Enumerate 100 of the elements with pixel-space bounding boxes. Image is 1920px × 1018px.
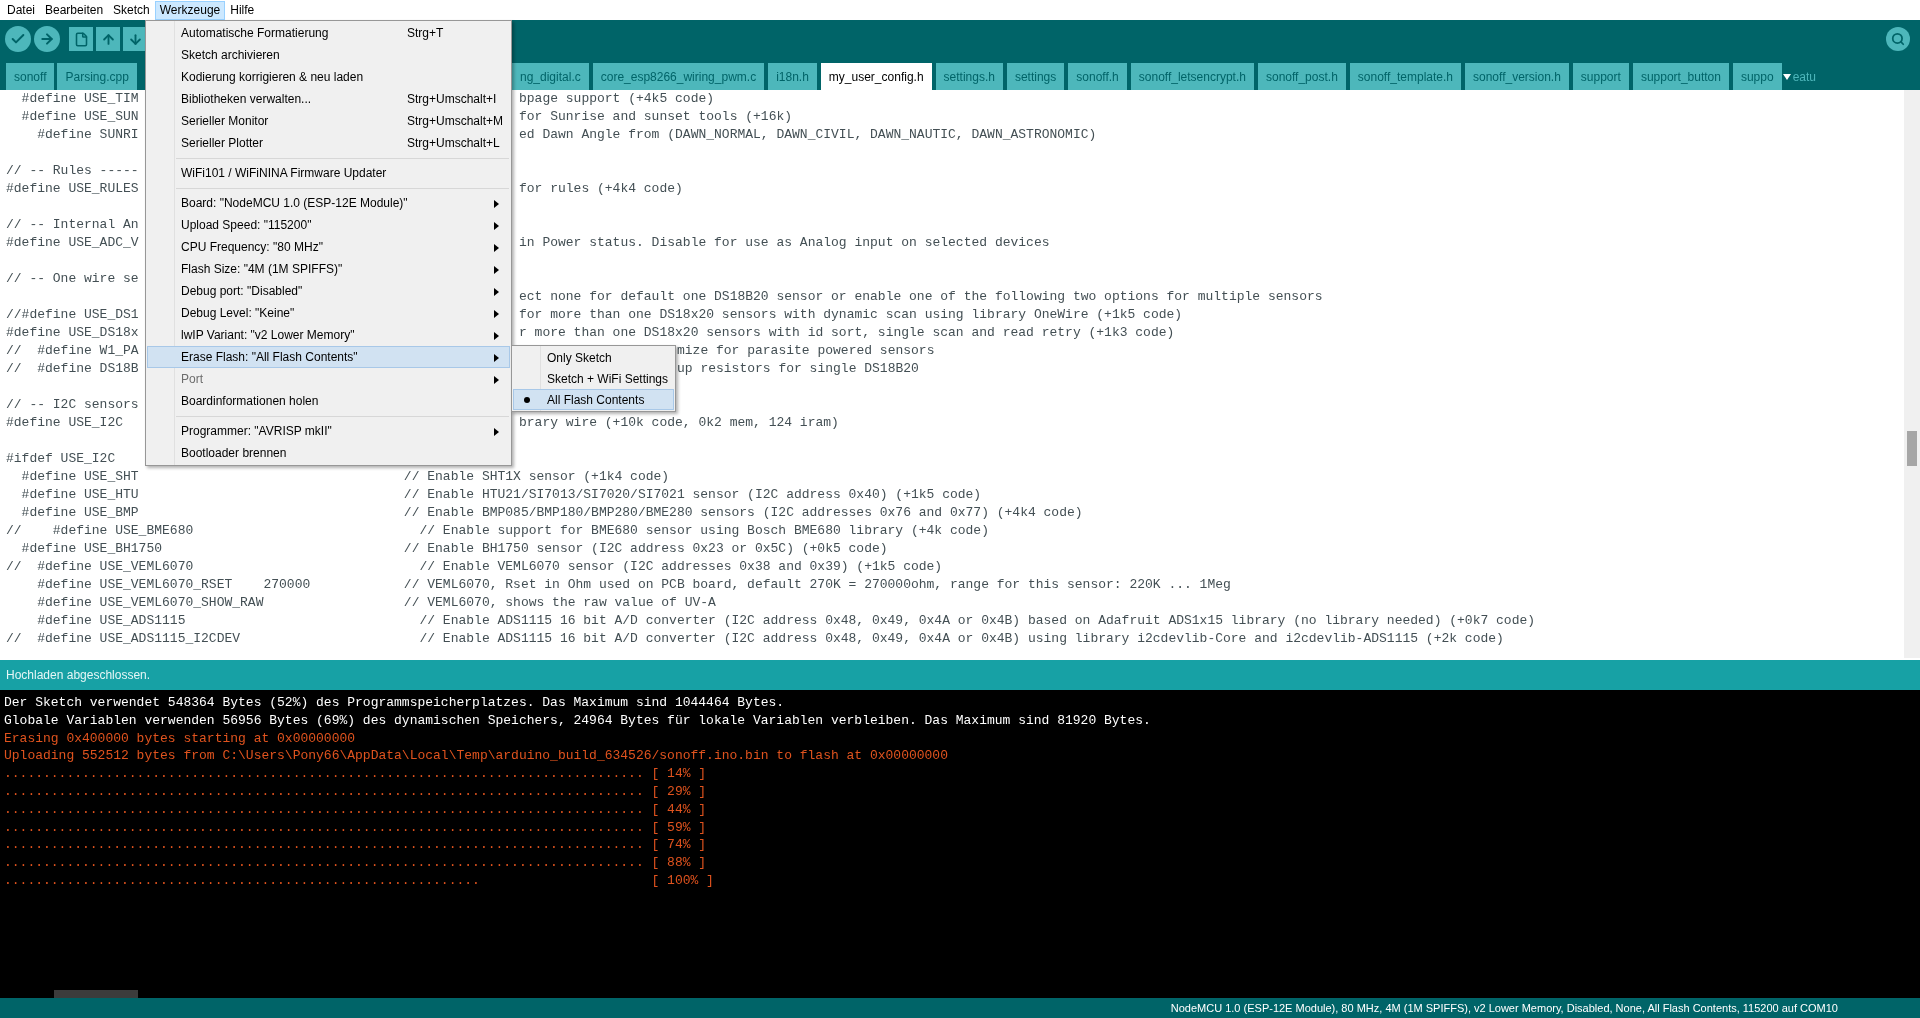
new-file-button[interactable] (69, 27, 93, 51)
scrollbar-thumb[interactable] (54, 990, 138, 998)
radio-menu-item[interactable]: All Flash Contents (513, 389, 674, 410)
shortcut-text: Strg+Umschalt+I (407, 91, 497, 108)
menu-item[interactable]: Serieller Monitor Strg+Umschalt+M (147, 110, 510, 132)
verify-button[interactable] (5, 26, 31, 52)
code-line: // -- Internal An (6, 217, 139, 232)
menu-item[interactable]: Upload Speed: "115200" (147, 214, 510, 236)
console-line: Erasing 0x400000 bytes starting at 0x00000000 (3, 729, 357, 748)
code-line: // #define USE_VEML6070 // Enable VEML6070 sensor (I2C addresses 0x38 and 0x39) (+1k5 code) (6, 559, 943, 574)
menu-item[interactable]: Bootloader brennen (147, 442, 510, 464)
menu-item[interactable]: lwIP Variant: "v2 Lower Memory" (147, 324, 510, 346)
code-line: #define USE_SUN (20, 109, 139, 124)
radio-menu-item[interactable]: Only Sketch (513, 347, 674, 368)
code-line: // -- One wire se (6, 271, 139, 286)
upload-button[interactable] (34, 26, 60, 52)
code-line: // #define DS18B (6, 361, 139, 376)
code-line: #define USE_TIM (20, 91, 139, 106)
menu-item[interactable]: Programmer: "AVRISP mkII" (147, 420, 510, 442)
code-line: // #define USE_BME680 // Enable support for BME680 sensor using Bosch BME680 library (+4k code) (6, 523, 989, 538)
message-bar: Hochladen abgeschlossen. (0, 658, 1920, 690)
code-line: #ifdef USE_I2C (6, 451, 116, 466)
menu-bar-item[interactable]: Bearbeiten (40, 0, 109, 20)
menu-item[interactable]: Serieller Plotter Strg+Umschalt+L (147, 132, 510, 154)
radio-dot-icon (524, 397, 530, 403)
arrow-down-icon (127, 31, 143, 47)
menu-item[interactable]: Automatische Formatierung Strg+T (147, 22, 510, 44)
menu-item[interactable]: Flash Size: "4M (1M SPIFFS)" (147, 258, 510, 280)
menu-item[interactable]: Debug port: "Disabled" (147, 280, 510, 302)
code-fragment: up resistors for single DS18B20 (677, 360, 919, 378)
status-bar: NodeMCU 1.0 (ESP-12E Module), 80 MHz, 4M (1M SPIFFS), v2 Lower Memory, Disabled, None, All Flash Contents, 115200 auf COM10 (0, 998, 1920, 1018)
menu-bar-item[interactable]: Datei (2, 0, 40, 20)
menu-item[interactable]: Kodierung korrigieren & neu laden (147, 66, 510, 88)
console-line: .................................................................................. [ 59% ] (3, 818, 708, 837)
code-line: #define USE_HTU // Enable HTU21/SI7013/SI7020/SI7021 sensor (I2C address 0x40) (+1k5 code) (20, 487, 982, 502)
code-line: #define USE_VEML6070_RSET 270000 // VEML6070, Rset in Ohm used on PCB board, default 270K = 270000ohm, range for this sensor: 220K ... 1Meg (36, 577, 1231, 592)
menu-item[interactable]: Debug Level: "Keine" (147, 302, 510, 324)
code-line: #define USE_BH1750 // Enable BH1750 sensor (I2C address 0x23 or 0x5C) (+0k5 code) (20, 541, 888, 556)
code-fragment: ect none for default one DS18B20 sensor or enable one of the following two options for multiple sensors (519, 288, 1323, 306)
search-button[interactable] (1886, 27, 1910, 51)
tab-overflow-text: eatu (1792, 68, 1816, 86)
console-line: .................................................................................. [ 44% ] (3, 800, 708, 819)
submenu-arrow-icon (494, 288, 499, 296)
menu-bar-item[interactable]: Werkzeuge (154, 0, 226, 20)
console-line: Uploading 552512 bytes from C:\Users\Pony66\AppData\Local\Temp\arduino_build_634526/sonoff.ino.bin to flash at 0x00000000 (3, 747, 949, 766)
file-icon (73, 31, 89, 47)
code-line: #define USE_ADC_V (6, 235, 139, 250)
console-line: .................................................................................. [ 14% ] (3, 765, 708, 783)
code-fragment: mize for parasite powered sensors (677, 342, 935, 360)
console-line: Der Sketch verwendet 548364 Bytes (52%) des Programmspeicherplatzes. Das Maximum sind 1044464 Bytes. (3, 694, 786, 712)
menu-item[interactable]: CPU Frequency: "80 MHz" (147, 236, 510, 258)
submenu-arrow-icon (494, 266, 499, 274)
code-fragment: for more than one DS18x20 sensors with dynamic scan using library OneWire (+1k5 code) (519, 306, 1183, 324)
code-line: #define USE_BMP // Enable BMP085/BMP180/BMP280/BME280 sensors (I2C addresses 0x76 and 0x77) (+4k4 code) (20, 505, 1083, 520)
save-button[interactable] (123, 27, 147, 51)
menu-item[interactable]: Boardinformationen holen (147, 390, 510, 412)
code-line: // -- I2C sensors (6, 397, 139, 412)
console-line: .................................................................................. [ 74% ] (3, 836, 708, 855)
code-fragment: brary wire (+10k code, 0k2 mem, 124 iram) (519, 414, 839, 432)
console-line: Globale Variablen verwenden 56956 Bytes (69%) des dynamischen Speichers, 24964 Bytes für lokale Variablen verbleiben. Das Maximum sind 81920 Bytes. (3, 711, 1152, 730)
submenu-arrow-icon (494, 354, 499, 362)
code-line: #define SUNRI (36, 127, 139, 142)
code-line: // #define USE_ADS1115_I2CDEV // Enable ADS1115 16 bit A/D converter (I2C address 0x48, 0x49, 0x4A or 0x4B) using library i2cdevlib-Core and i2cdevlib-ADS1115 (+2k code) (6, 631, 1504, 646)
code-line: //#define USE_DS1 (6, 307, 139, 322)
submenu-arrow-icon (494, 332, 499, 340)
shortcut-text: Strg+T (407, 25, 444, 42)
shortcut-text: Strg+Umschalt+M (407, 113, 504, 130)
menu-item[interactable]: Erase Flash: "All Flash Contents" (147, 346, 510, 368)
menu-item[interactable]: Sketch archivieren (147, 44, 510, 66)
scrollbar-thumb[interactable] (1907, 431, 1917, 466)
dropdown-arrow-icon[interactable] (1782, 73, 1791, 80)
open-button[interactable] (96, 27, 120, 51)
code-line: // #define W1_PA (6, 343, 139, 358)
console-line: .................................................................................. [ 88% ] (3, 854, 708, 872)
code-line: #define USE_DS18x (6, 325, 139, 340)
radio-menu-item[interactable]: Sketch + WiFi Settings (513, 368, 674, 389)
code-fragment: r more than one DS18x20 sensors with id sort, single scan and read retry (+1k3 code) (519, 324, 1175, 342)
submenu-arrow-icon (494, 222, 499, 230)
file-tab[interactable]: my_user_config.h (820, 63, 932, 90)
code-fragment: ed Dawn Angle from (DAWN_NORMAL, DAWN_CIVIL, DAWN_NAUTIC, DAWN_ASTRONOMIC) (519, 126, 1097, 144)
submenu-arrow-icon (494, 310, 499, 318)
code-line: // -- Rules ----- (6, 163, 139, 178)
scrollbar[interactable] (1904, 90, 1920, 658)
menu-bar-item[interactable]: Sketch (108, 0, 155, 20)
search-icon (1891, 32, 1905, 46)
menu-item[interactable]: Board: "NodeMCU 1.0 (ESP-12E Module)" (147, 192, 510, 214)
code-fragment: for Sunrise and sunset tools (+16k) (519, 108, 793, 126)
submenu-arrow-icon (494, 428, 499, 436)
menu-item[interactable]: Bibliotheken verwalten... Strg+Umschalt+I (147, 88, 510, 110)
console-line: ............................................................. [ 100% ] (3, 871, 715, 890)
code-line: #define USE_ADS1115 // Enable ADS1115 16 bit A/D converter (I2C address 0x48, 0x49, 0x4A or 0x4B) based on Adafruit ADS1x15 library (no library needed) (+0k7 code) (36, 613, 1536, 628)
submenu-arrow-icon (494, 244, 499, 252)
arrow-right-icon (39, 31, 55, 47)
code-line: #define USE_SHT // Enable SHT1X sensor (+1k4 code) (20, 469, 670, 484)
submenu-arrow-icon (494, 200, 499, 208)
code-fragment: bpage support (+4k5 code) (519, 90, 715, 108)
menu-item[interactable]: WiFi101 / WiFiNINA Firmware Updater (147, 162, 510, 184)
submenu-arrow-icon (494, 376, 499, 384)
menu-bar-item[interactable]: Hilfe (225, 0, 260, 20)
code-line: #define USE_VEML6070_SHOW_RAW // VEML6070, shows the raw value of UV-A (36, 595, 716, 610)
